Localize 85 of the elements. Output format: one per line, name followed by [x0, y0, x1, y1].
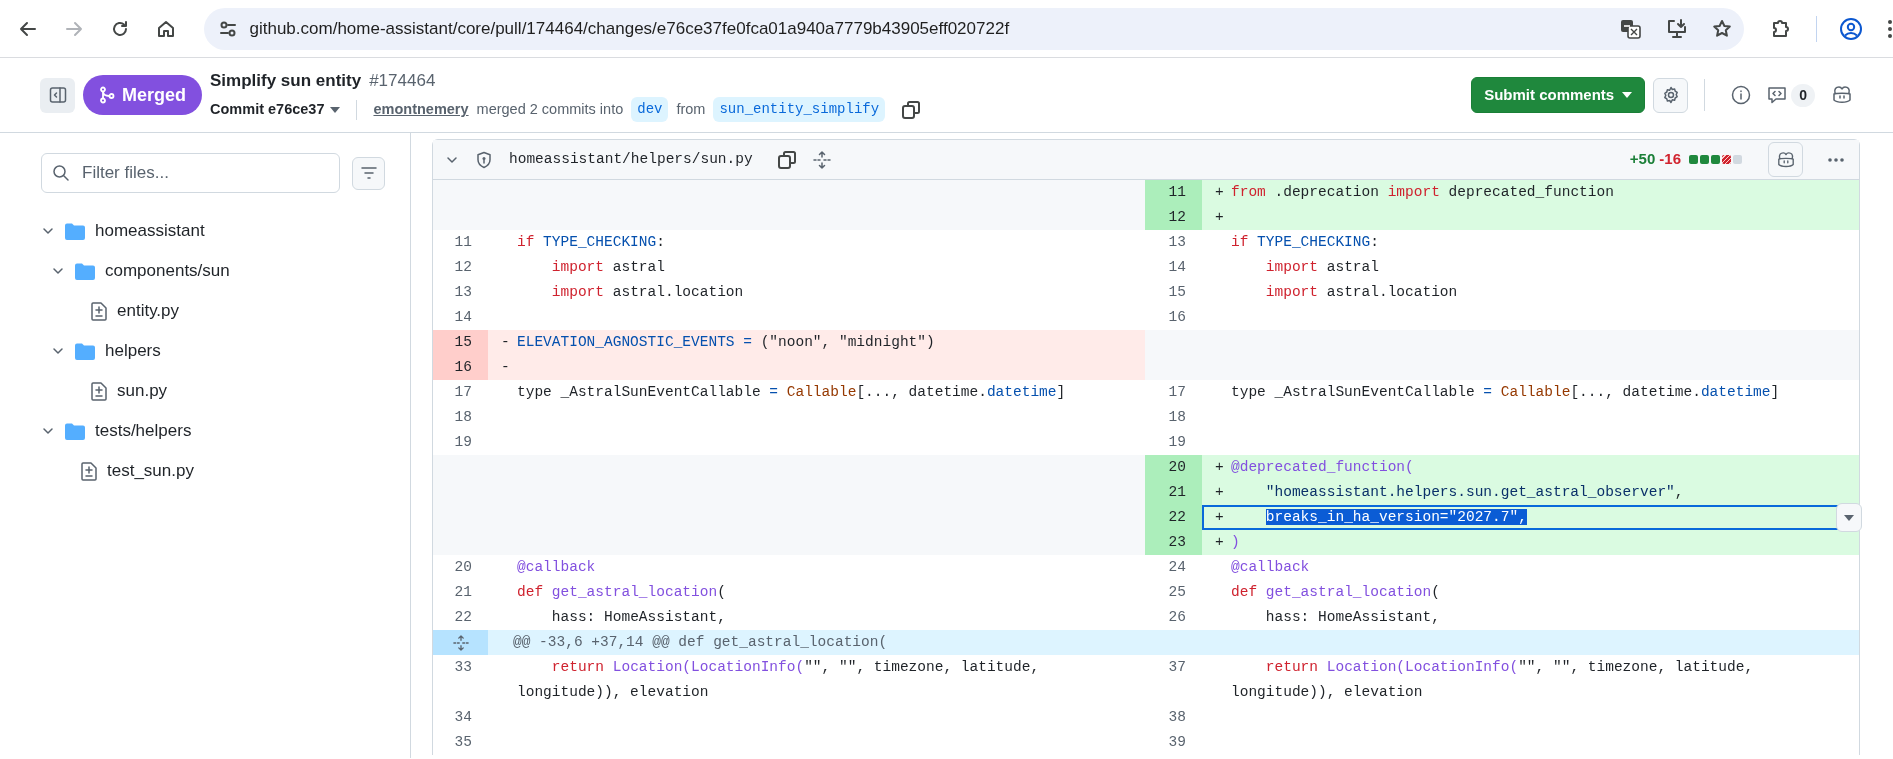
copy-icon	[901, 99, 922, 120]
unfold-icon	[812, 150, 831, 169]
copilot-button[interactable]	[1768, 142, 1803, 177]
caret-icon	[1622, 92, 1633, 98]
unfold-icon	[452, 634, 469, 651]
line-number: 16	[433, 355, 488, 380]
person-circle-icon	[1839, 16, 1863, 41]
pr-number: #174464	[369, 69, 436, 92]
folder-item[interactable]: tests/helpers	[41, 411, 192, 451]
folder-icon	[75, 342, 95, 360]
filter-icon	[359, 166, 378, 180]
author-link[interactable]: emontnemery	[373, 98, 469, 121]
caret-icon	[330, 106, 341, 113]
copy-path-button[interactable]	[776, 149, 797, 170]
from-text: from	[676, 99, 706, 119]
settings-icon	[1661, 86, 1680, 104]
pr-title: Simplify sun entity	[210, 69, 362, 92]
copy-icon	[776, 149, 797, 170]
expand-button[interactable]	[433, 630, 488, 655]
folder-icon	[65, 422, 85, 440]
info-button[interactable]	[1731, 85, 1752, 105]
kebab-horizontal-icon	[1827, 156, 1845, 163]
install-button[interactable]	[1666, 17, 1688, 40]
file-item[interactable]: sun.py	[41, 371, 168, 411]
status-badge: Merged	[83, 75, 202, 115]
comment-count: 0	[1791, 83, 1815, 107]
shield-lock-icon	[475, 150, 493, 169]
folder-item[interactable]: components/sun	[41, 251, 230, 291]
file-diff-icon	[91, 381, 107, 401]
folder-item[interactable]: helpers	[41, 331, 161, 371]
file-item[interactable]: test_sun.py	[41, 451, 194, 491]
address-bar[interactable]: github.com/home-assistant/core/pull/174464/changes/e76ce37fe0fca01a940a7779b43905eff020722f	[203, 7, 1744, 50]
commit-dropdown[interactable]: Commit e76ce37	[210, 98, 341, 121]
folder-icon	[65, 222, 85, 240]
additions-count: +50	[1629, 149, 1656, 170]
file-diff-icon	[91, 301, 107, 321]
filter-field[interactable]: Filter files...	[41, 153, 340, 193]
copy-button[interactable]	[901, 99, 922, 120]
branch-label: dev	[631, 97, 669, 123]
file-diff-icon	[81, 461, 97, 481]
file-item[interactable]: entity.py	[41, 291, 180, 331]
line-number: 12	[1145, 205, 1202, 230]
translate-icon	[1620, 17, 1642, 40]
menu-button[interactable]	[1887, 18, 1893, 39]
line-number: 20	[1145, 455, 1202, 480]
comments-button[interactable]	[1767, 85, 1788, 105]
copilot-button[interactable]	[1831, 85, 1853, 105]
line-number: 21	[1145, 480, 1202, 505]
line-number: 22	[1145, 505, 1202, 530]
deletions-count: -16	[1659, 149, 1681, 170]
puzzle-icon	[1770, 17, 1792, 40]
diffstat-bar	[1689, 155, 1744, 164]
translate-button[interactable]	[1620, 17, 1642, 40]
line-number: 11	[1145, 180, 1202, 205]
profile-button[interactable]	[1839, 16, 1863, 41]
settings-button[interactable]	[1653, 77, 1689, 113]
filter-options-button[interactable]	[352, 156, 385, 190]
more-options-button[interactable]	[1827, 156, 1845, 163]
info-icon	[1731, 85, 1752, 105]
expand-all-button[interactable]	[812, 150, 831, 169]
file-path: homeassistant/helpers/sun.py	[509, 149, 753, 169]
star-icon	[1712, 18, 1732, 39]
line-number: 15	[433, 330, 488, 355]
menu-icon	[1887, 18, 1893, 39]
copilot-icon	[1775, 150, 1796, 169]
home-icon	[155, 18, 176, 39]
sidebar-toggle-button[interactable]	[40, 77, 75, 113]
copilot-icon	[1831, 85, 1853, 105]
extensions-button[interactable]	[1770, 17, 1792, 40]
hunk-header: @@ -33,6 +37,14 @@ def get_astral_location(	[488, 630, 1859, 655]
caret-icon	[1844, 514, 1854, 521]
merge-description: merged 2 commits into	[476, 99, 624, 119]
branch-label: sun_entity_simplify	[713, 97, 886, 123]
line-number: 23	[1145, 530, 1202, 555]
folder-icon	[75, 262, 95, 280]
submit-comments-button[interactable]: Submit comments	[1471, 77, 1646, 113]
monitor-download-icon	[1666, 17, 1688, 40]
sidebar-icon	[48, 86, 67, 104]
bookmark-button[interactable]	[1712, 18, 1732, 39]
folder-item[interactable]: homeassistant	[41, 211, 205, 251]
line-menu-button[interactable]	[1836, 503, 1862, 532]
merge-icon	[99, 86, 115, 104]
code-comment-icon	[1767, 85, 1788, 105]
search-icon	[52, 164, 70, 182]
url-text: github.com/home-assistant/core/pull/174464/changes/e76ce37fe0fca01a940a7779b43905eff020722f	[249, 17, 1010, 40]
